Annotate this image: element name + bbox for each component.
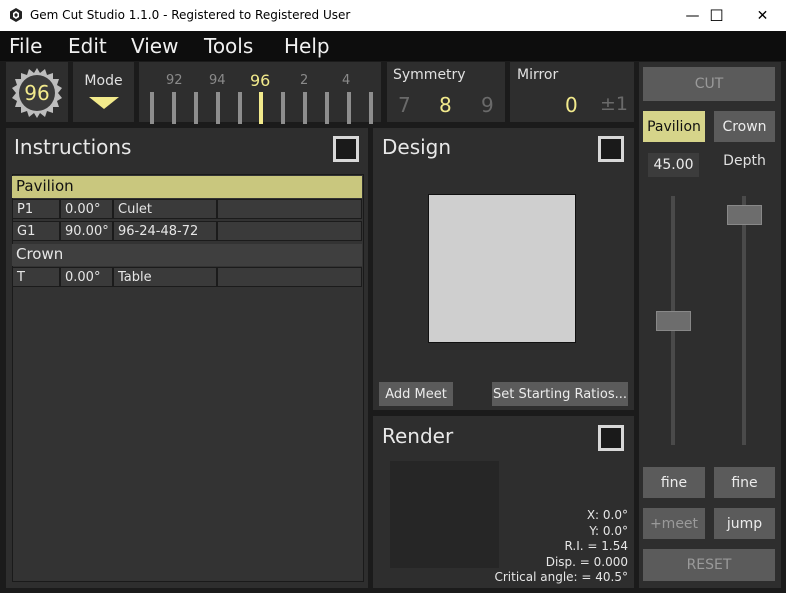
meet-button[interactable]: +meet [643, 508, 705, 539]
window-title: Gem Cut Studio 1.1.0 - Registered to Reg… [30, 8, 351, 22]
index-value: 96 [24, 81, 50, 105]
facet-angle: 90.00° [60, 221, 113, 241]
angle-slider-thumb[interactable] [656, 310, 691, 331]
render-ri: R.I. = 1.54 [564, 539, 628, 553]
dial-tick [369, 92, 373, 124]
dial-label-96: 96 [250, 71, 271, 90]
mirror-panel: Mirror 0 ±1 [510, 62, 634, 122]
menu-edit[interactable]: Edit [68, 34, 107, 58]
add-meet-button[interactable]: Add Meet [379, 382, 453, 406]
dial-label-94: 94 [209, 73, 226, 88]
facet-name: G1 [12, 221, 60, 241]
render-viewport[interactable] [390, 461, 499, 568]
render-y: Y: 0.0° [589, 523, 628, 538]
menu-tools[interactable]: Tools [204, 34, 253, 58]
dial-tick [325, 92, 329, 124]
mirror-title: Mirror [517, 67, 559, 83]
facet-note [217, 267, 362, 287]
group-header-crown[interactable]: Crown [12, 244, 362, 266]
depth-slider-track[interactable] [742, 196, 746, 445]
dial-tick [150, 92, 154, 124]
instructions-toggle-checkbox[interactable] [333, 136, 359, 162]
depth-slider-thumb[interactable] [727, 205, 762, 226]
render-stats: X: 0.0° Y: 0.0° R.I. = 1.54 Disp. = 0.00… [490, 508, 628, 586]
menu-bar: File Edit View Tools Help [0, 31, 786, 61]
dial-tick [172, 92, 176, 124]
dial-tick [281, 92, 285, 124]
facet-angle: 0.00° [60, 267, 113, 287]
table-row[interactable]: T 0.00° Table [12, 267, 362, 287]
dial-tick [216, 92, 220, 124]
menu-help[interactable]: Help [284, 34, 330, 58]
pavilion-button[interactable]: Pavilion [643, 111, 705, 142]
dial-tick [194, 92, 198, 124]
table-row[interactable]: G1 90.00° 96-24-48-72 [12, 221, 362, 241]
mirror-value: 0 [565, 93, 578, 117]
facet-name: P1 [12, 199, 60, 219]
facet-name: T [12, 267, 60, 287]
title-bar: Gem Cut Studio 1.1.0 - Registered to Reg… [0, 0, 786, 31]
dial-label-92: 92 [166, 73, 183, 88]
facet-index: Culet [113, 199, 217, 219]
dial-label-4: 4 [342, 73, 351, 88]
design-canvas[interactable] [428, 194, 576, 343]
chevron-down-icon [89, 97, 119, 109]
index-panel: 96 [6, 62, 68, 122]
facet-index: 96-24-48-72 [113, 221, 217, 241]
reset-button[interactable]: RESET [643, 549, 775, 581]
mode-label: Mode [84, 73, 123, 89]
design-title: Design [382, 135, 452, 159]
menu-file[interactable]: File [9, 34, 42, 58]
facet-index: Table [113, 267, 217, 287]
fine-depth-button[interactable]: fine [714, 467, 775, 498]
dial-tick [347, 92, 351, 124]
dial-tick [303, 92, 307, 124]
render-title: Render [382, 424, 454, 448]
symmetry-next[interactable]: 9 [481, 93, 494, 117]
render-toggle-checkbox[interactable] [598, 425, 624, 451]
render-critical-angle: Critical angle: = 40.5° [494, 570, 628, 584]
group-header-pavilion[interactable]: Pavilion [12, 176, 362, 198]
symmetry-title: Symmetry [393, 67, 466, 83]
facet-angle: 0.00° [60, 199, 113, 219]
facet-note [217, 199, 362, 219]
cut-button[interactable]: CUT [643, 67, 775, 101]
menu-view[interactable]: View [131, 34, 178, 58]
set-starting-ratios-button[interactable]: Set Starting Ratios... [492, 382, 628, 406]
symmetry-current: 8 [439, 93, 452, 117]
mirror-alt[interactable]: ±1 [600, 93, 628, 115]
instructions-title: Instructions [14, 135, 132, 159]
maximize-button[interactable]: ☐ [694, 0, 739, 31]
maximize-icon: ☐ [709, 6, 724, 25]
close-button[interactable]: ✕ [740, 0, 785, 31]
mode-dropdown[interactable]: Mode [73, 62, 134, 122]
crown-button[interactable]: Crown [714, 111, 775, 142]
dial-tick [238, 92, 242, 124]
symmetry-prev[interactable]: 7 [398, 93, 411, 117]
jump-button[interactable]: jump [714, 508, 775, 539]
angle-input[interactable]: 45.00 [648, 153, 699, 177]
close-icon: ✕ [756, 7, 769, 24]
table-row[interactable]: P1 0.00° Culet [12, 199, 362, 219]
design-toggle-checkbox[interactable] [598, 136, 624, 162]
fine-angle-button[interactable]: fine [643, 467, 705, 498]
gem-app-icon [10, 8, 22, 22]
depth-label: Depth [723, 153, 766, 169]
dial-tick-selected [259, 92, 263, 124]
symmetry-panel: Symmetry 7 8 9 [387, 62, 505, 122]
dial-label-2: 2 [300, 73, 309, 88]
render-x: X: 0.0° [586, 508, 628, 522]
render-disp: Disp. = 0.000 [545, 554, 628, 569]
facet-note [217, 221, 362, 241]
